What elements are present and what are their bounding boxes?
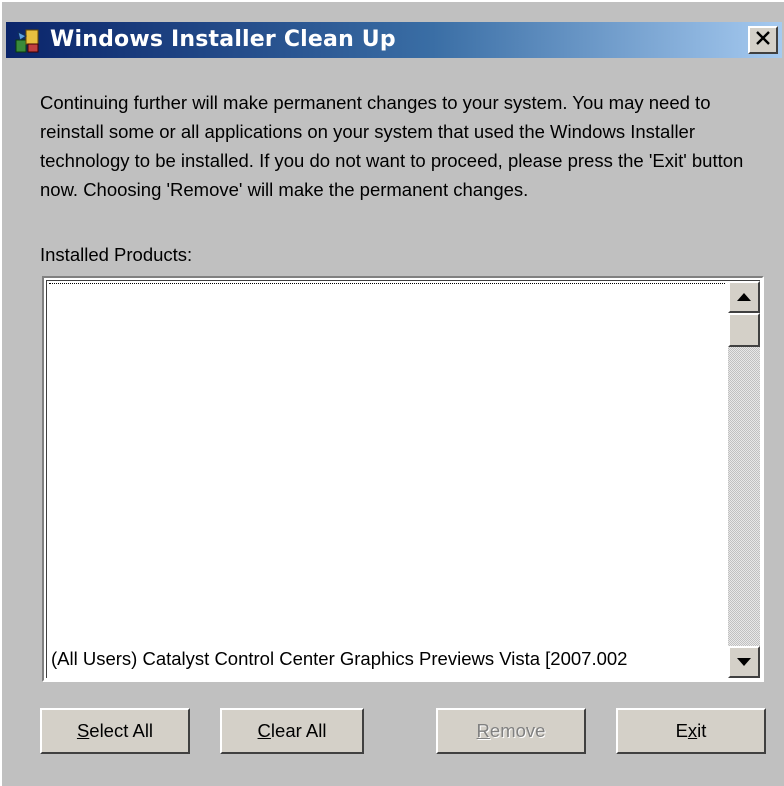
window-title: Windows Installer Clean Up	[50, 27, 396, 52]
arrow-up-icon	[737, 288, 751, 306]
arrow-down-icon	[737, 653, 751, 671]
exit-label: Exit	[675, 720, 707, 741]
installer-cleanup-icon	[14, 26, 42, 54]
remove-button[interactable]: Remove	[436, 708, 586, 754]
close-x-icon	[755, 30, 771, 50]
list-area[interactable]: (All Users) Catalyst Control Center Grap…	[46, 280, 760, 678]
scroll-up-button[interactable]	[728, 281, 760, 313]
remove-label: Remove	[476, 720, 546, 741]
exit-button[interactable]: Exit	[616, 708, 766, 754]
vertical-scrollbar[interactable]	[728, 281, 760, 678]
installed-products-list[interactable]: (All Users) Catalyst Control Center Grap…	[42, 276, 764, 682]
focus-rectangle	[49, 283, 725, 290]
clear-all-label: Clear All	[257, 720, 327, 741]
list-item[interactable]: (All Users) Catalyst Control Center Grap…	[51, 648, 723, 670]
clear-all-button[interactable]: Clear All	[220, 708, 364, 754]
scroll-thumb[interactable]	[728, 313, 760, 347]
installed-products-label: Installed Products:	[40, 244, 193, 265]
select-all-button[interactable]: Select All	[40, 708, 190, 754]
installer-cleanup-window: Windows Installer Clean Up Continuing fu…	[0, 0, 784, 786]
scroll-down-button[interactable]	[728, 646, 760, 678]
select-all-label: Select All	[76, 720, 154, 741]
close-button[interactable]	[748, 26, 778, 54]
warning-message: Continuing further will make permanent c…	[40, 92, 744, 200]
title-bar[interactable]: Windows Installer Clean Up	[6, 22, 782, 58]
